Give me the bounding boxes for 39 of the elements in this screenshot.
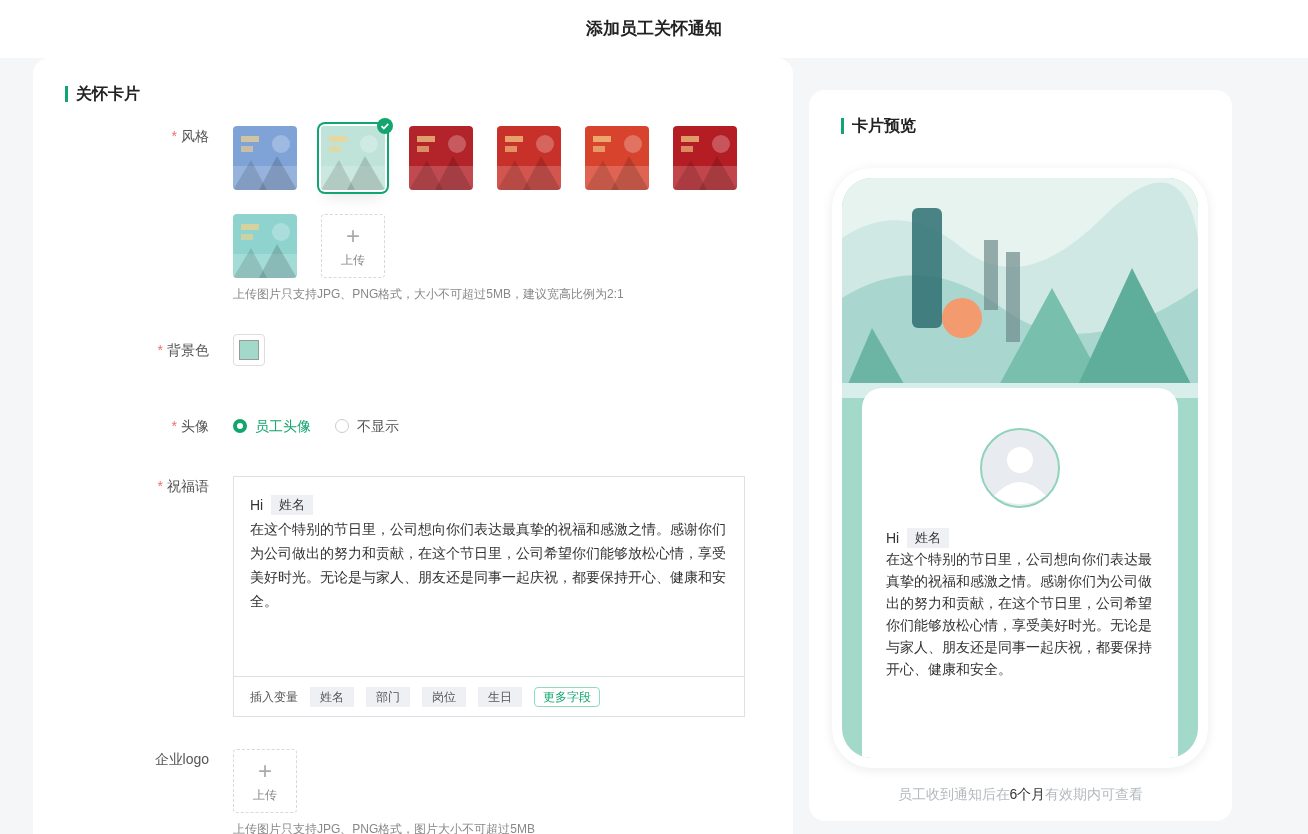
variable-tag: 姓名 xyxy=(271,495,314,515)
upload-button[interactable]: + 上传 xyxy=(321,214,385,278)
variable-button[interactable]: 部门 xyxy=(366,686,410,707)
variable-button[interactable]: 姓名 xyxy=(310,686,354,707)
greeting-hi: Hi xyxy=(886,529,900,548)
field-label: 背景色 xyxy=(167,341,209,360)
style-thumbnail[interactable] xyxy=(233,126,297,190)
greeting-hi: Hi xyxy=(250,496,264,515)
style-thumbnail[interactable] xyxy=(409,126,473,190)
style-thumbnail[interactable] xyxy=(673,126,737,190)
radio-option[interactable]: 不显示 xyxy=(335,416,399,436)
upload-button[interactable]: + 上传 xyxy=(233,749,297,813)
upload-hint: 上传图片只支持JPG、PNG格式，大小不可超过5MB，建议宽高比例为2:1 xyxy=(233,286,625,302)
page-title: 添加员工关怀通知 xyxy=(586,18,722,41)
required-mark: * xyxy=(157,477,163,496)
greeting-text: 在这个特别的节日里，公司想向你们表达最真挚的祝福和感激之情。感谢你们为公司做出的努力和贡献，在这个节日里，公司希望你们能够放松心情，享受美好时光。无论是与家人、朋友还是同事一起庆祝，都要保持开心、健康和安全。 xyxy=(250,520,727,611)
variable-button[interactable]: 生日 xyxy=(478,686,522,707)
variable-button[interactable]: 岗位 xyxy=(422,686,466,707)
greeting-editor[interactable]: Hi 姓名 在这个特别的节日里，公司想向你们表达最真挚的祝福和感激之情。感谢你们为公司做出的努力和贡献，在这个节日里，公司希望你们能够放松心情，享受美好时光。无论是与家人、朋友还是同事一起庆祝，都要保持开心、健康和安全。 插入变量 姓名 部门 岗位 生日 更多字段 xyxy=(233,476,745,717)
field-label: 风格 xyxy=(181,127,209,146)
field-label: 企业logo xyxy=(154,750,209,769)
avatar-icon xyxy=(980,428,1060,508)
upload-hint: 上传图片只支持JPG、PNG格式，图片大小不可超过5MB xyxy=(233,821,535,834)
check-icon xyxy=(377,118,393,134)
field-label: 头像 xyxy=(181,417,209,436)
greeting-text: 在这个特别的节日里，公司想向你们表达最真挚的祝福和感激之情。感谢你们为公司做出的努力和贡献，在这个节日里，公司希望你们能够放松心情，享受美好时光。无论是与家人、朋友还是同事一起庆祝，都要保持开心、健康和安全。 xyxy=(886,550,1153,679)
style-thumbnail[interactable] xyxy=(497,126,561,190)
required-mark: * xyxy=(171,417,177,436)
insert-label: 插入变量 xyxy=(250,688,298,705)
field-label: 祝福语 xyxy=(167,477,209,496)
color-picker[interactable] xyxy=(233,334,265,366)
required-mark: * xyxy=(171,127,177,146)
section-title: 关怀卡片 xyxy=(76,84,140,104)
style-thumbnail[interactable] xyxy=(233,214,297,278)
validity-note: 员工收到通知后在6个月 有效期内可查看 xyxy=(896,785,1145,804)
required-mark: * xyxy=(157,341,163,360)
variable-tag: 姓名 xyxy=(907,528,950,548)
style-thumbnail[interactable] xyxy=(585,126,649,190)
section-title: 卡片预览 xyxy=(852,116,916,136)
